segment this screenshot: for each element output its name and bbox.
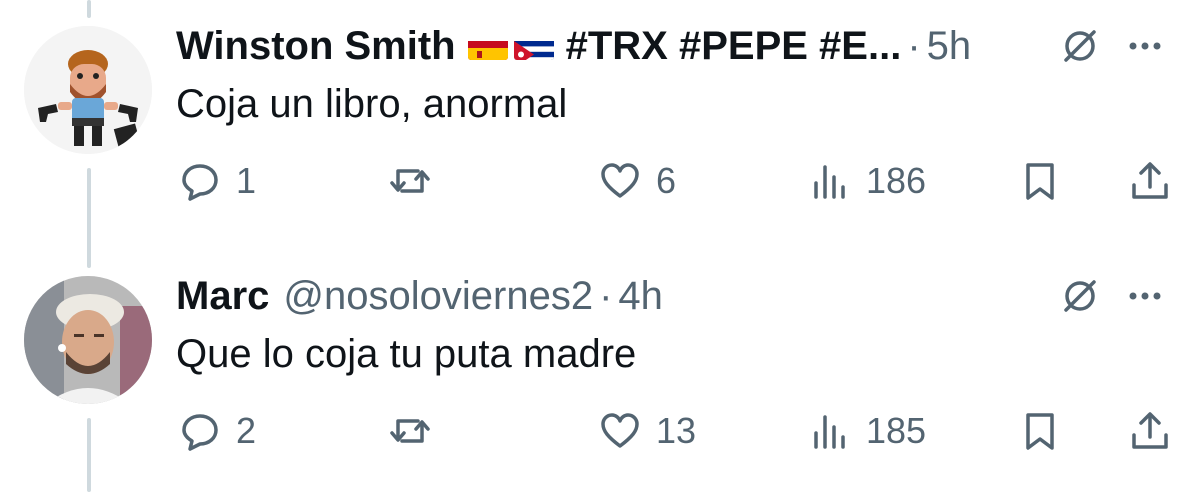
- flag-emojis: [467, 33, 554, 60]
- more-button[interactable]: [1120, 21, 1170, 71]
- tweet-actions: 2 13 185: [0, 401, 1200, 461]
- bookmark-button[interactable]: [1018, 401, 1062, 461]
- grok-icon: [1064, 30, 1096, 62]
- views-button[interactable]: 186: [808, 151, 926, 211]
- grok-icon: [1064, 280, 1096, 312]
- share-button[interactable]: [1128, 151, 1172, 211]
- timestamp[interactable]: 5h: [927, 24, 972, 69]
- like-icon: [601, 413, 639, 448]
- bookmark-icon: [1026, 163, 1054, 200]
- views-icon: [814, 165, 845, 199]
- views-button[interactable]: 185: [808, 401, 926, 461]
- reply-count: 2: [236, 410, 257, 451]
- repost-button[interactable]: [388, 151, 446, 211]
- more-icon: [1129, 292, 1161, 300]
- author-hashtags: #TRX #PEPE #E...: [565, 23, 902, 68]
- more-button[interactable]: [1120, 271, 1170, 321]
- spain-flag-icon: [467, 33, 508, 60]
- author-name[interactable]: Marc: [176, 274, 269, 319]
- like-button[interactable]: 6: [598, 151, 676, 211]
- tweet-text: Coja un libro, anormal: [176, 82, 568, 126]
- tweet-winston-smith[interactable]: Winston Smith #TRX #PEPE #E... · 5h Coja…: [0, 0, 1200, 250]
- reply-button[interactable]: 2: [178, 401, 256, 461]
- reply-icon: [182, 164, 218, 201]
- separator-dot: ·: [907, 23, 921, 68]
- author-name[interactable]: Winston Smith: [176, 24, 456, 69]
- reply-icon: [182, 414, 218, 451]
- grok-button[interactable]: [1055, 21, 1105, 71]
- author-handle[interactable]: @nosoloviernes2: [283, 274, 593, 319]
- reply-button[interactable]: 1: [178, 151, 256, 211]
- like-icon: [601, 163, 639, 198]
- more-icon: [1129, 42, 1161, 50]
- grok-button[interactable]: [1055, 271, 1105, 321]
- cuba-flag-icon: [513, 33, 554, 60]
- avatar[interactable]: [24, 26, 152, 154]
- tweet-actions: 1 6 186: [0, 151, 1200, 211]
- tweet-header: Marc @nosoloviernes2 · 4h: [176, 271, 1200, 321]
- share-icon: [1132, 162, 1168, 199]
- tweet-marc[interactable]: Marc @nosoloviernes2 · 4h Que lo coja tu…: [0, 250, 1200, 492]
- like-button[interactable]: 13: [598, 401, 696, 461]
- bookmark-button[interactable]: [1018, 151, 1062, 211]
- repost-button[interactable]: [388, 401, 446, 461]
- views-count: 186: [866, 160, 927, 201]
- share-icon: [1132, 412, 1168, 449]
- views-count: 185: [866, 410, 927, 451]
- avatar[interactable]: [24, 276, 152, 404]
- tweet-text: Que lo coja tu puta madre: [176, 332, 637, 376]
- timestamp[interactable]: 4h: [618, 274, 663, 319]
- like-count: 13: [656, 410, 697, 451]
- repost-icon: [390, 419, 430, 443]
- share-button[interactable]: [1128, 401, 1172, 461]
- tweet-header: Winston Smith #TRX #PEPE #E... · 5h: [176, 21, 1200, 71]
- separator-dot: ·: [599, 273, 613, 318]
- views-icon: [814, 415, 845, 449]
- reply-count: 1: [236, 160, 257, 201]
- repost-icon: [390, 169, 430, 193]
- bookmark-icon: [1026, 413, 1054, 450]
- like-count: 6: [656, 160, 677, 201]
